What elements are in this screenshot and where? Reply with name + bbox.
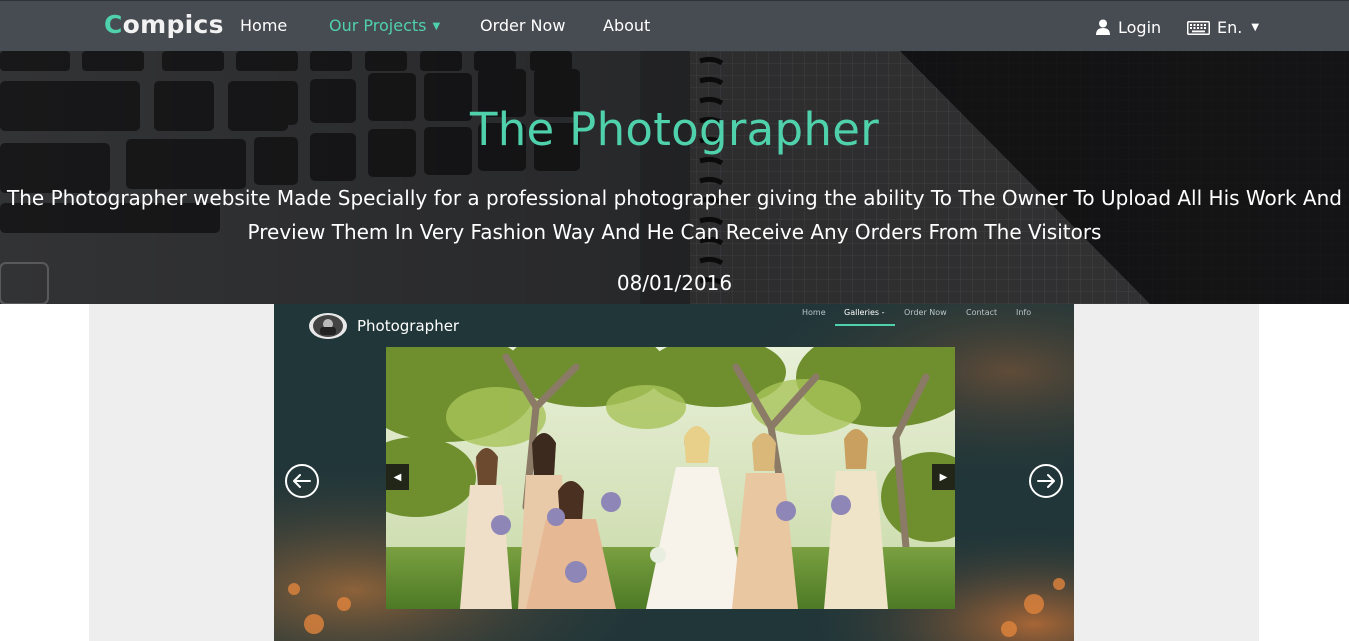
preview-nav-order-now: Order Now bbox=[904, 308, 947, 317]
hero-banner: The Photographer The Photographer websit… bbox=[0, 51, 1349, 304]
language-dropdown[interactable]: En. ▼ bbox=[1187, 18, 1259, 37]
nav-link-our-projects[interactable]: Our Projects ▼ bbox=[329, 16, 440, 35]
brand-logo-initial: C bbox=[104, 10, 123, 39]
language-label: En. bbox=[1217, 18, 1243, 37]
preview-nav-galleries: Galleries - bbox=[844, 308, 885, 317]
login-label: Login bbox=[1118, 18, 1162, 37]
chevron-right-icon: ▶ bbox=[939, 471, 948, 483]
gallery-photo bbox=[386, 347, 955, 609]
nav-link-about[interactable]: About bbox=[603, 16, 650, 35]
caret-down-icon: ▼ bbox=[432, 21, 441, 32]
preview-nav-info: Info bbox=[1016, 308, 1032, 317]
caret-down-icon: ▼ bbox=[1251, 22, 1260, 33]
hero-description: The Photographer website Made Specially … bbox=[7, 186, 1342, 244]
preview-brand: Photographer bbox=[357, 317, 460, 335]
hero-date: 08/01/2016 bbox=[616, 271, 733, 295]
prev-slide-button[interactable] bbox=[285, 464, 319, 498]
bridal-party-photo bbox=[386, 347, 955, 609]
brand-logo-text: ompics bbox=[122, 10, 224, 39]
preview-nav-underline bbox=[835, 324, 895, 326]
keyboard-icon bbox=[1187, 20, 1210, 35]
chevron-left-icon: ◀ bbox=[393, 471, 402, 483]
top-navbar: Compics Home Our Projects ▼ Order Now Abo… bbox=[0, 0, 1349, 51]
hero-background-image bbox=[0, 51, 1349, 304]
inner-next-arrow[interactable]: ▶ bbox=[932, 464, 955, 490]
photographer-avatar-icon bbox=[309, 313, 347, 339]
preview-nav-home: Home bbox=[802, 308, 826, 317]
login-button[interactable]: Login bbox=[1095, 18, 1161, 37]
inner-prev-arrow[interactable]: ◀ bbox=[386, 464, 409, 490]
hero-title: The Photographer bbox=[469, 103, 880, 156]
preview-nav-contact: Contact bbox=[966, 308, 998, 317]
next-slide-button[interactable] bbox=[1029, 464, 1063, 498]
arrow-right-icon bbox=[1037, 474, 1055, 488]
nav-link-home[interactable]: Home bbox=[240, 16, 287, 35]
nav-link-order-now[interactable]: Order Now bbox=[480, 16, 565, 35]
project-screenshot: Photographer Home Galleries - Order Now … bbox=[274, 304, 1074, 641]
brand-logo[interactable]: Compics bbox=[104, 10, 224, 39]
arrow-left-icon bbox=[293, 474, 311, 488]
nav-link-our-projects-label: Our Projects bbox=[329, 16, 427, 35]
user-icon bbox=[1096, 19, 1110, 35]
